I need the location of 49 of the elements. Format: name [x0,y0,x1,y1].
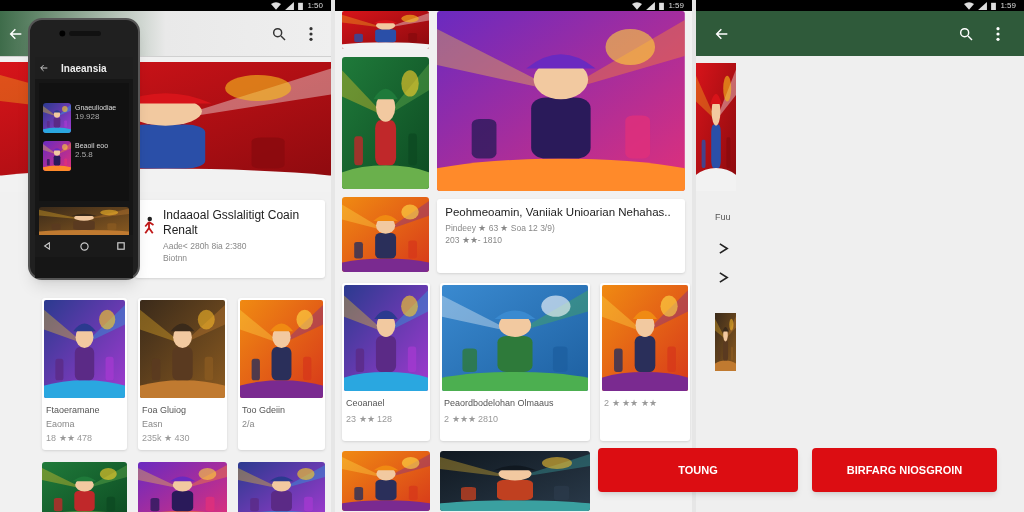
figure-icon [143,214,155,236]
battery-icon [991,1,997,10]
game-title: Peaordbodelohan Olmaaus [444,397,555,409]
camera-icon [59,30,101,37]
chevron-icon [718,242,729,254]
status-time: 1:50 [307,1,323,10]
wifi-icon [632,1,643,10]
featured-card[interactable]: Peohmeoamin, Vaniiak Unioarian Nehahas.. Pindeey ★ 63 ★ Soa 12 3/9) 203 ★★- 1810 [437,199,685,273]
search-icon[interactable] [271,25,287,42]
battery-icon [298,1,304,10]
game-card[interactable]: Peaordbodelohan Olmaaus 2 ★★★ 2810 [440,283,590,441]
more-icon[interactable] [996,25,1000,42]
game-category: Eaoma [46,418,76,430]
status-time: 1:59 [1000,1,1016,10]
game-meta: Aade< 280h 8ia 2:380 [163,240,248,252]
game-category: 2/a [242,418,256,430]
game-title: Foa Gluiog [142,404,188,416]
battery-icon [659,1,665,10]
game-title: Indaaoal Gsslalitigt Coain Renalt [163,208,301,238]
section-label: Fuu [715,211,731,224]
back-nav-icon[interactable] [43,242,51,250]
game-title: Too Gdeiin [242,404,287,416]
wifi-icon [964,1,975,10]
status-time: 1:59 [668,1,684,10]
game-card[interactable]: Ceoanael 23 ★★ 128 [342,283,430,441]
action-button[interactable]: BIRFARG NIOSGROIN [812,448,997,492]
game-meta: Pindeey ★ 63 ★ Soa 12 3/9) [445,222,556,234]
featured-card[interactable]: Indaaoal Gsslalitigt Coain Renalt Aade< 280h 8ia 2:380 Biotnn [135,200,325,278]
game-card[interactable]: Too Gdeiin 2/a [238,298,325,450]
game-title: Peohmeoamin, Vaniiak Unioarian Nehahas.. [445,205,672,220]
game-rating: 203 ★★- 1810 [445,234,503,246]
game-card[interactable]: Ftaoeramane Eaoma 18 ★★ 478 [42,298,127,450]
recents-nav-icon[interactable] [117,242,125,250]
game-category: Easn [142,418,164,430]
game-rating: 2 ★★★ 2810 [444,413,500,425]
game-rating: 235k ★ 430 [142,432,191,444]
game-rating: 18 ★★ 478 [46,432,94,444]
game-title: Ceoanael [346,397,386,409]
game-title: Ftaoeramane [46,404,101,416]
action-button[interactable]: TOUNG [598,448,798,492]
chevron-icon [718,271,729,283]
wifi-icon [271,1,282,10]
more-icon[interactable] [309,25,313,42]
publisher-name: Biotnn [163,252,189,264]
home-nav-icon[interactable] [79,241,89,251]
search-icon[interactable] [958,25,974,42]
game-card[interactable]: Foa Gluiog Easn 235k ★ 430 [138,298,227,450]
game-rating: 2 ★ ★★ ★★ [604,397,658,409]
game-rating: 23 ★★ 128 [346,413,394,425]
